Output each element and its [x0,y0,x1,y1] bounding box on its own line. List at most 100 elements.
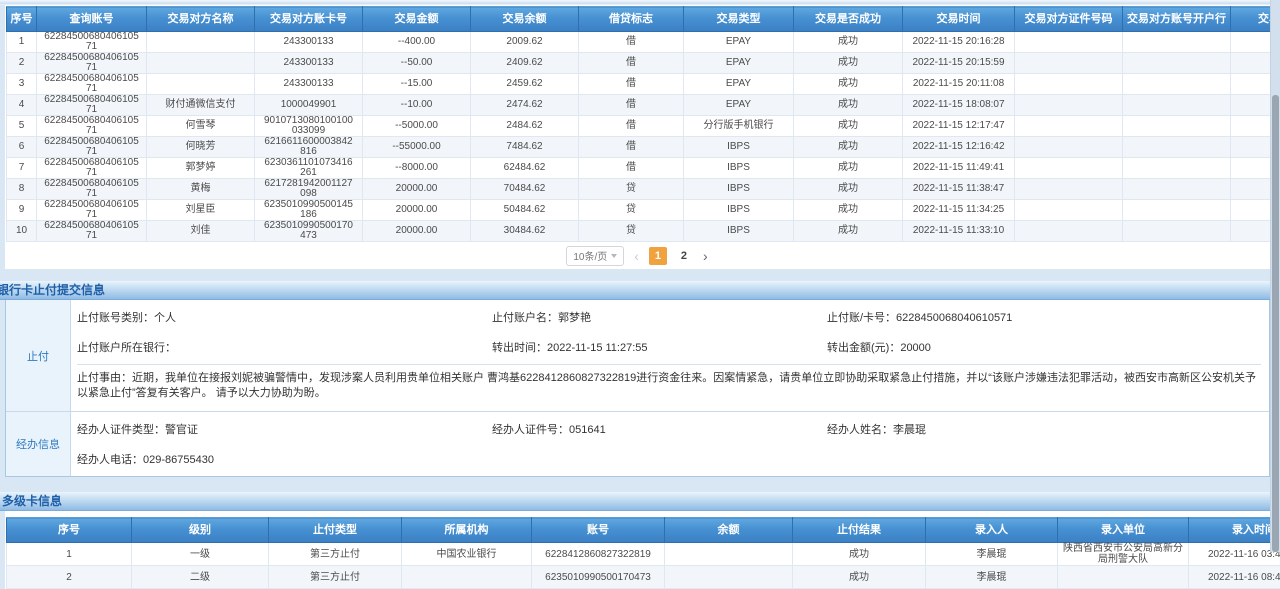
group-label-jingban: 经办信息 [6,412,71,476]
table-cell [1058,566,1189,589]
table-cell: 2022-11-15 20:11:08 [903,74,1015,95]
scrollbar-thumb[interactable] [1272,95,1279,552]
table-cell: 一级 [132,543,269,566]
table-cell: 成功 [794,158,903,179]
table-cell: 2022-11-15 12:17:47 [903,116,1015,137]
table-cell: 财付通微信支付 [147,95,255,116]
page-size-label: 10条/页 [573,248,607,263]
table-row: 1一级第三方止付中国农业银行6228412860827322819成功李晨琨陕西… [7,543,1280,566]
table-cell [1015,32,1123,53]
page-button-1[interactable]: 1 [649,247,667,265]
table-cell: 2459.62 [471,74,579,95]
table-cell: 1 [7,32,37,53]
table-cell: 2409.62 [471,53,579,74]
prev-page-icon[interactable]: ‹ [632,247,641,265]
table-cell: 70484.62 [471,179,579,200]
table-cell: 2 [7,566,132,589]
table-cell: --8000.00 [363,158,471,179]
table-cell: 借 [579,158,684,179]
multi-card-section-header: 多级卡信息 [0,492,1280,511]
table-cell: --10.00 [363,95,471,116]
table-cell [1123,53,1231,74]
table-cell: 20000.00 [363,179,471,200]
table-cell: 5 [7,116,37,137]
page-size-select[interactable]: 10条/页 [566,246,624,266]
table-cell: 6228450068040610571 [37,158,147,179]
vertical-scrollbar[interactable] [1270,0,1280,552]
next-page-icon[interactable]: › [701,247,710,265]
column-header: 交易时间 [903,7,1015,32]
table-cell: 6228450068040610571 [37,53,147,74]
pagination: 10条/页 ‹ 1 2 › [6,242,1270,269]
table-cell [402,566,532,589]
table-cell: 贷 [579,179,684,200]
table-row: 46228450068040610571财付通微信支付1000049901--1… [7,95,1280,116]
column-header: 交易对方证件号码 [1015,7,1123,32]
table-cell [665,566,793,589]
column-header: 交易对方名称 [147,7,255,32]
stop-payment-reason-text: 止付事由：近期，我单位在接报刘妮被骗警情中，发现涉案人员利用贵单位相关账户 曹鸿… [77,364,1261,409]
table-cell: 成功 [794,200,903,221]
table-cell: 9010713080100100033099 [255,116,363,137]
table-cell: 2022-11-15 20:15:59 [903,53,1015,74]
field-agent-phone: 经办人电话：029-86755430 [77,451,492,467]
table-cell: 9 [7,200,37,221]
column-header: 序号 [7,518,132,543]
table-cell [1015,116,1123,137]
table-cell: IBPS [684,221,794,242]
column-header: 查询账号 [37,7,147,32]
page-button-2[interactable]: 2 [675,247,693,265]
table-cell: IBPS [684,137,794,158]
group-label-zhifu: 止付 [6,300,71,411]
column-header: 级别 [132,518,269,543]
table-cell: 郭梦婷 [147,158,255,179]
table-cell: 2009.62 [471,32,579,53]
table-cell: 6235010990500145186 [255,200,363,221]
table-cell: 3 [7,74,37,95]
table-cell: 陕西省西安市公安局高新分局刑警大队 [1058,543,1189,566]
table-cell: 6235010990500170473 [255,221,363,242]
table-cell [147,53,255,74]
table-cell [1123,116,1231,137]
table-cell: 6228450068040610571 [37,74,147,95]
table-cell: 贷 [579,200,684,221]
table-cell [1015,95,1123,116]
table-cell: 借 [579,74,684,95]
table-cell: 中国农业银行 [402,543,532,566]
table-cell: 借 [579,137,684,158]
table-cell: 成功 [794,95,903,116]
table-cell: 成功 [794,32,903,53]
table-cell: 借 [579,53,684,74]
table-cell [1123,221,1231,242]
table-cell: 10 [7,221,37,242]
table-cell: 第三方止付 [269,566,402,589]
table-cell [665,543,793,566]
table-cell: 成功 [794,53,903,74]
table-cell: 借 [579,116,684,137]
table-cell: IBPS [684,158,794,179]
agent-info-group: 经办信息 经办人证件类型：警官证 经办人证件号：051641 经办人姓名：李晨琨… [6,411,1269,476]
table-cell: 成功 [793,566,926,589]
table-cell: 2 [7,53,37,74]
field-agent-name: 经办人姓名：李晨琨 [827,421,1261,437]
table-cell: 2022-11-15 11:49:41 [903,158,1015,179]
table-cell: 6228450068040610571 [37,200,147,221]
table-cell: 2022-11-15 12:16:42 [903,137,1015,158]
table-cell: 6230361101073416261 [255,158,363,179]
table-row: 2二级第三方止付6235010990500170473成功李晨琨2022-11-… [7,566,1280,589]
field-account-bank: 止付账户所在银行： [77,339,492,355]
table-cell: --15.00 [363,74,471,95]
table-cell: 2022-11-15 20:16:28 [903,32,1015,53]
column-header: 录入人 [926,518,1058,543]
table-cell: 6228450068040610571 [37,116,147,137]
table-cell: 50484.62 [471,200,579,221]
stop-payment-group: 止付 止付账号类别：个人 止付账户名：郭梦艳 止付账/卡号：6228450068… [6,300,1269,411]
table-cell [147,32,255,53]
table-cell: 分行版手机银行 [684,116,794,137]
stop-payment-section-header: 银行卡止付提交信息 [0,281,1280,300]
column-header: 止付结果 [793,518,926,543]
transactions-panel: 序号查询账号交易对方名称交易对方账卡号交易金额交易余额借贷标志交易类型交易是否成… [5,5,1270,269]
section-title: 银行卡止付提交信息 [0,282,105,299]
table-cell: --55000.00 [363,137,471,158]
column-header: 止付类型 [269,518,402,543]
